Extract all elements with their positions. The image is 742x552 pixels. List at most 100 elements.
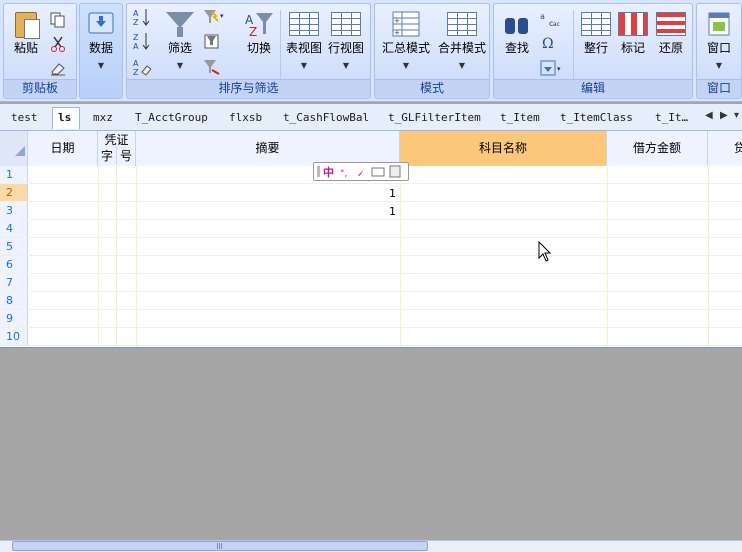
- window-icon: [704, 10, 734, 38]
- cell-account-value[interactable]: 1: [389, 187, 396, 200]
- summary-mode-button[interactable]: ++ 汇总模式 ▼: [379, 8, 433, 82]
- row-number[interactable]: 2: [0, 184, 28, 201]
- summary-mode-dropdown-icon[interactable]: ▼: [379, 60, 433, 72]
- sheet-tab[interactable]: t_GLFilterItem: [388, 108, 481, 128]
- table-row[interactable]: 9: [0, 310, 742, 328]
- sort-descending-icon[interactable]: ZA: [133, 32, 151, 50]
- data-icon: [86, 10, 116, 38]
- paste-button[interactable]: 粘贴: [8, 8, 44, 82]
- table-row[interactable]: 5: [0, 238, 742, 256]
- table-row[interactable]: 3 1: [0, 202, 742, 220]
- sheet-tab[interactable]: test: [11, 108, 38, 128]
- sheet-tab[interactable]: t_Item: [500, 108, 540, 128]
- window-group-label: 窗口: [697, 79, 741, 97]
- restore-button[interactable]: 还原: [652, 8, 690, 82]
- sort-ascending-icon[interactable]: AZ: [133, 8, 151, 26]
- row-number[interactable]: 4: [0, 220, 28, 237]
- eraser-icon[interactable]: [50, 60, 68, 78]
- mouse-cursor-icon: [538, 241, 552, 266]
- table-row[interactable]: 8: [0, 292, 742, 310]
- row-view-button[interactable]: 行视图 ▼: [326, 8, 366, 82]
- sheet-tab[interactable]: mxz: [93, 108, 113, 128]
- row-number[interactable]: 10: [0, 328, 28, 345]
- table-view-dropdown-icon[interactable]: ▼: [284, 60, 324, 72]
- switch-button[interactable]: AZ 切换: [238, 8, 280, 82]
- find-button[interactable]: 查找: [498, 8, 536, 82]
- copy-icon[interactable]: [50, 12, 68, 30]
- table-row[interactable]: 7: [0, 274, 742, 292]
- sheet-tab[interactable]: t_ItemClass: [560, 108, 633, 128]
- column-header-summary[interactable]: 摘要: [136, 131, 400, 166]
- row-view-dropdown-icon[interactable]: ▼: [326, 60, 366, 72]
- mode-group: ++ 汇总模式 ▼ 合并模式 ▼ 模式: [374, 3, 490, 99]
- data-button[interactable]: 数据 ▼: [83, 8, 119, 82]
- cell-account-value[interactable]: 1: [389, 205, 396, 218]
- scrollbar-thumb[interactable]: [12, 541, 428, 551]
- filter-button[interactable]: 筛选 ▼: [159, 8, 201, 82]
- column-header-credit[interactable]: 贷: [708, 131, 742, 166]
- auto-filter-icon[interactable]: ▾: [203, 8, 221, 26]
- tab-scroll-left-icon[interactable]: ◀: [705, 110, 713, 121]
- column-header-date[interactable]: 日期: [28, 131, 98, 166]
- select-all-corner[interactable]: [0, 131, 28, 166]
- tab-scroll-right-icon[interactable]: ▶: [720, 110, 728, 121]
- sheet-tab[interactable]: t_It…: [655, 108, 688, 128]
- mark-icon: [618, 10, 648, 38]
- clear-filter-icon[interactable]: [203, 58, 221, 76]
- row-number[interactable]: 5: [0, 238, 28, 255]
- ime-toolbar[interactable]: 中 °,: [313, 162, 409, 181]
- row-number[interactable]: 1: [0, 166, 28, 183]
- row-view-icon: [331, 10, 361, 38]
- symbol-omega-icon[interactable]: Ω: [540, 34, 558, 52]
- column-header-account[interactable]: 科目名称: [400, 131, 607, 166]
- window-dropdown-icon[interactable]: ▼: [700, 60, 738, 72]
- sheet-tab-active[interactable]: ls: [52, 107, 80, 129]
- column-header-voucher-hao[interactable]: 号: [117, 147, 135, 164]
- svg-text:A: A: [133, 9, 139, 18]
- tidy-row-icon: [581, 10, 611, 38]
- merge-mode-dropdown-icon[interactable]: ▼: [435, 60, 489, 72]
- tab-list-dropdown-icon[interactable]: ▾: [734, 110, 739, 121]
- merge-mode-icon: [447, 10, 477, 38]
- summary-mode-icon: ++: [391, 10, 421, 38]
- row-number[interactable]: 8: [0, 292, 28, 309]
- svg-text:▾: ▾: [557, 65, 561, 73]
- svg-text:Z: Z: [133, 18, 139, 26]
- svg-text:A: A: [133, 42, 139, 50]
- sheet-tab[interactable]: t_CashFlowBal: [283, 108, 369, 128]
- table-row[interactable]: 10: [0, 328, 742, 346]
- column-header-voucher-zi[interactable]: 字: [98, 147, 117, 164]
- tidy-row-button[interactable]: 整行: [578, 8, 614, 82]
- paste-icon: [11, 10, 41, 38]
- table-row[interactable]: 2 1: [0, 184, 742, 202]
- sheet-tab[interactable]: T_AcctGroup: [135, 108, 208, 128]
- column-header-debit[interactable]: 借方金额: [607, 131, 708, 166]
- replace-icon[interactable]: acac: [540, 10, 564, 28]
- fill-down-icon[interactable]: ▾: [540, 60, 564, 78]
- table-row[interactable]: 4: [0, 220, 742, 238]
- column-header-voucher[interactable]: 凭证 字 号: [98, 131, 136, 166]
- merge-mode-button[interactable]: 合并模式 ▼: [435, 8, 489, 82]
- restore-icon: [656, 10, 686, 38]
- table-view-icon: [289, 10, 319, 38]
- mark-button[interactable]: 标记: [615, 8, 651, 82]
- table-row[interactable]: 6: [0, 256, 742, 274]
- window-group: 窗口 ▼ 窗口: [696, 3, 742, 99]
- row-number[interactable]: 9: [0, 310, 28, 327]
- clipboard-group: 粘贴 剪贴板: [3, 3, 77, 99]
- filter-dropdown-icon[interactable]: ▼: [159, 60, 201, 72]
- clear-sort-icon[interactable]: AZ: [133, 58, 151, 76]
- grip-icon: [217, 543, 223, 549]
- row-number[interactable]: 7: [0, 274, 28, 291]
- data-dropdown-icon[interactable]: ▼: [83, 60, 119, 72]
- svg-text:▾: ▾: [220, 12, 224, 20]
- cut-icon[interactable]: [50, 36, 68, 54]
- sort-filter-group-label: 排序与筛选: [127, 79, 370, 97]
- advanced-filter-icon[interactable]: [203, 32, 221, 50]
- row-number[interactable]: 6: [0, 256, 28, 273]
- row-number[interactable]: 3: [0, 202, 28, 219]
- table-view-button[interactable]: 表视图 ▼: [284, 8, 324, 82]
- svg-text:中: 中: [323, 165, 334, 179]
- window-button[interactable]: 窗口 ▼: [700, 8, 738, 82]
- sheet-tab[interactable]: flxsb: [229, 108, 262, 128]
